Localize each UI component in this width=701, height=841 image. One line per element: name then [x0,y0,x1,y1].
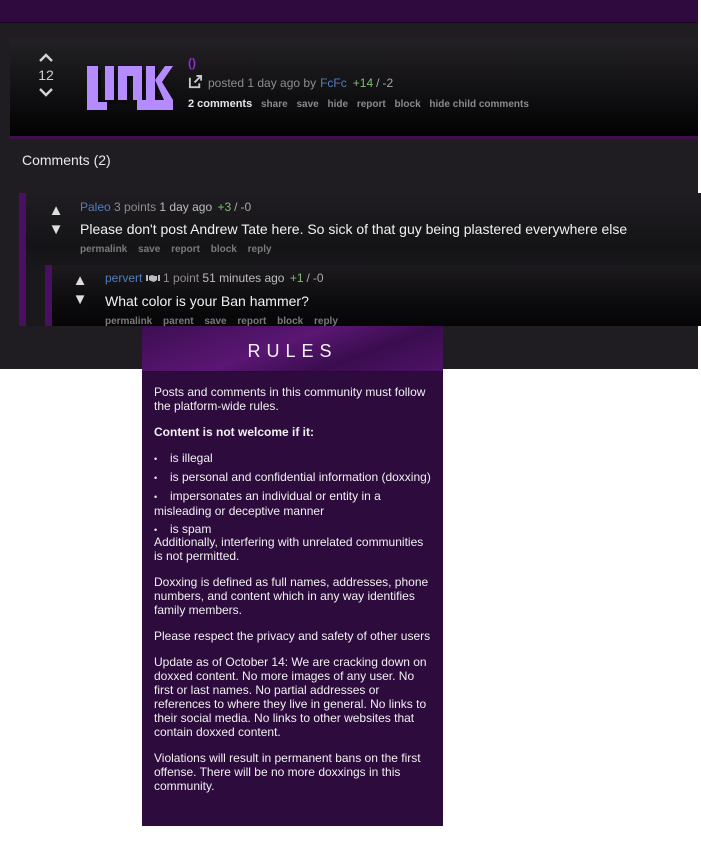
comment-vote-controls: ▲ ▼ [72,271,88,309]
hide-child-comments-link[interactable]: hide child comments [429,99,528,110]
comment-body: What color is your Ban hammer? [105,293,309,309]
comment-author[interactable]: pervert [105,271,142,285]
post-vote-controls: 12 [34,50,58,99]
rules-doxxing-definition: Doxxing is defined as full names, addres… [154,575,429,617]
rules-title: RULES [142,326,443,372]
rules-list-heading: Content is not welcome if it: [154,425,315,439]
posted-time: posted 1 day ago by [208,76,317,90]
moderator-handshake-icon [145,272,160,286]
comment-time: 51 minutes ago [202,271,285,285]
permalink-link[interactable]: permalink [105,316,152,326]
post-author[interactable]: FcFc [320,76,347,90]
rule-item: is illegal [154,451,431,466]
rules-additional: Additionally, interfering with unrelated… [154,535,424,563]
report-link[interactable]: report [171,244,200,255]
rules-respect: Please respect the privacy and safety of… [154,629,431,643]
rules-update: Update as of October 14: We are cracking… [154,655,427,739]
post-meta: posted 1 day ago by FcFc +14 / -2 [188,74,535,92]
vote-separator: / [234,200,238,214]
hide-link[interactable]: hide [327,99,348,110]
post-thumbnail-link-logo[interactable] [85,58,175,118]
comment-downvotes: -0 [240,200,252,214]
save-link[interactable]: save [296,99,318,110]
vote-separator: / [306,271,310,285]
save-link[interactable]: save [138,244,160,255]
comment-points: 3 points [114,200,157,214]
comment-upvotes: +3 [217,200,232,214]
block-link[interactable]: block [211,244,237,255]
permalink-link[interactable]: permalink [80,244,127,255]
post-title[interactable]: () [188,56,535,72]
rule-item: impersonates an individual or entity in … [154,489,431,518]
external-link-icon[interactable] [188,74,208,92]
parent-link[interactable]: parent [163,316,194,326]
upvote-chevron-icon[interactable] [34,50,58,64]
post-upvotes: +14 [352,76,374,90]
reply-link[interactable]: reply [314,316,338,326]
comment-time: 1 day ago [159,200,213,214]
comment-author[interactable]: Paleo [80,200,111,214]
comment-upvotes: +1 [289,271,304,285]
comment-header: Paleo 3 points 1 day ago +3/-0 [80,200,251,214]
comment-vote-controls: ▲ ▼ [48,201,64,239]
upvote-triangle-icon[interactable]: ▲ [72,271,88,290]
downvote-chevron-icon[interactable] [34,85,58,99]
rules-violations: Violations will result in permanent bans… [154,751,421,793]
block-link[interactable]: block [395,99,421,110]
downvote-triangle-icon[interactable]: ▼ [48,220,64,239]
rules-body: Posts and comments in this community mus… [142,372,443,793]
post-card: 12 () posted 1 day ago by FcFc +14 / -2 … [10,38,698,139]
post-actions: 2 comments share save hide report block … [188,98,535,110]
comment-header: pervert 1 point 51 minutes ago +1/-0 [105,271,324,286]
top-nav-bar [0,0,698,23]
comment-reply: ▲ ▼ pervert 1 point 51 minutes ago +1/-0… [45,265,701,326]
rules-list: is illegal is personal and confidential … [154,451,431,537]
vote-separator: / [376,76,380,90]
comment-downvotes: -0 [312,271,324,285]
reply-link[interactable]: reply [248,244,272,255]
downvote-triangle-icon[interactable]: ▼ [72,290,88,309]
comment-body: Please don't post Andrew Tate here. So s… [80,221,628,237]
report-link[interactable]: report [357,99,386,110]
rule-item: is personal and confidential information… [154,470,431,485]
comment-points: 1 point [163,271,200,285]
post-downvotes: -2 [382,76,394,90]
block-link[interactable]: block [277,316,303,326]
report-link[interactable]: report [237,316,266,326]
post-info: () posted 1 day ago by FcFc +14 / -2 2 c… [188,56,535,110]
save-link[interactable]: save [204,316,226,326]
comments-heading: Comments (2) [22,152,111,168]
comment-actions: permalink save report block reply [80,244,280,255]
upvote-triangle-icon[interactable]: ▲ [48,201,64,220]
post-score: 12 [38,67,54,83]
comment-actions: permalink parent save report block reply [105,316,346,326]
rules-intro: Posts and comments in this community mus… [154,385,426,413]
share-link[interactable]: share [261,99,288,110]
rules-panel: RULES Posts and comments in this communi… [142,326,443,826]
comments-link[interactable]: 2 comments [188,98,252,110]
